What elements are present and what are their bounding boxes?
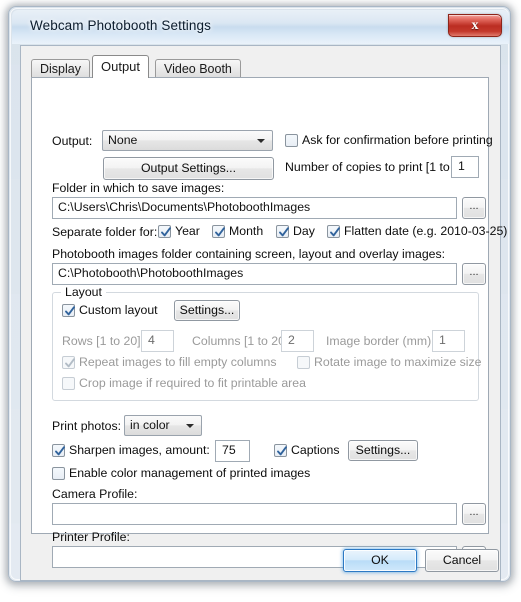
- output-settings-button-label: Output Settings...: [140, 161, 236, 175]
- output-combobox[interactable]: None: [102, 130, 273, 151]
- captions-settings-button-label: Settings...: [355, 443, 411, 457]
- images-folder-input[interactable]: C:\Photobooth\PhotoboothImages: [52, 263, 457, 285]
- check-icon: [279, 227, 289, 237]
- layout-groupbox: Layout Custom layout Settings... Rows [1…: [52, 285, 482, 401]
- cancel-button[interactable]: Cancel: [425, 549, 499, 572]
- images-folder-browse-button[interactable]: ...: [462, 263, 486, 285]
- custom-layout-label: Custom layout: [79, 303, 158, 317]
- ellipsis-icon: ...: [469, 266, 479, 278]
- sharpen-amount-value: 75: [222, 443, 236, 457]
- layout-groupbox-caption: Layout: [61, 285, 106, 299]
- ellipsis-icon: ...: [469, 200, 479, 212]
- print-photos-label: Print photos:: [52, 419, 122, 433]
- checkbox-box: [62, 377, 75, 390]
- close-icon: x: [471, 18, 479, 33]
- ask-confirmation-label: Ask for confirmation before printing: [302, 133, 493, 147]
- checkbox-box: [285, 134, 298, 147]
- tab-display[interactable]: Display: [31, 59, 90, 77]
- captions-settings-button[interactable]: Settings...: [348, 440, 418, 461]
- ok-button[interactable]: OK: [343, 549, 417, 572]
- tab-strip: Display Output Video Booth: [31, 55, 491, 78]
- columns-label: Columns [1 to 20]:: [192, 334, 292, 348]
- output-combobox-value: None: [108, 133, 138, 147]
- camera-profile-label: Camera Profile:: [52, 487, 138, 501]
- save-folder-label: Folder in which to save images:: [52, 181, 225, 195]
- images-folder-value: C:\Photobooth\PhotoboothImages: [58, 266, 244, 280]
- image-border-label: Image border (mm):: [326, 334, 435, 348]
- image-border-input[interactable]: 1: [432, 330, 465, 352]
- checkbox-box: [62, 304, 75, 317]
- layout-settings-button[interactable]: Settings...: [174, 300, 240, 321]
- window-title: Webcam Photobooth Settings: [30, 18, 211, 33]
- ok-button-label: OK: [371, 553, 389, 567]
- chevron-down-icon: [186, 424, 194, 428]
- check-icon: [65, 358, 75, 368]
- separate-folder-month-label: Month: [229, 224, 264, 238]
- rows-label: Rows [1 to 20]:: [62, 334, 145, 348]
- check-icon: [215, 227, 225, 237]
- checkbox-box: [158, 225, 171, 238]
- copies-input[interactable]: 1: [451, 156, 479, 178]
- rows-input[interactable]: 4: [141, 330, 174, 352]
- dialog-client-area: Display Output Video Booth Output: None …: [20, 45, 507, 581]
- check-icon: [277, 446, 287, 456]
- settings-window: Webcam Photobooth Settings x Display Out…: [8, 6, 511, 582]
- checkbox-box: [52, 467, 65, 480]
- flatten-date-label: Flatten date (e.g. 2010-03-25): [344, 224, 508, 238]
- separate-folder-day-label: Day: [293, 224, 315, 238]
- checkbox-box: [297, 356, 310, 369]
- print-photos-combobox[interactable]: in color: [124, 415, 202, 436]
- printer-profile-label: Printer Profile:: [52, 530, 130, 544]
- captions-label: Captions: [291, 443, 340, 457]
- check-icon: [55, 446, 65, 456]
- separate-folder-year-label: Year: [175, 224, 200, 238]
- repeat-images-label: Repeat images to fill empty columns: [79, 355, 277, 369]
- sharpen-images-label: Sharpen images, amount:: [69, 443, 210, 457]
- check-icon: [65, 306, 75, 316]
- color-management-label: Enable color management of printed image…: [69, 466, 311, 480]
- checkbox-box: [274, 444, 287, 457]
- cancel-button-label: Cancel: [442, 553, 482, 567]
- tab-output[interactable]: Output: [92, 55, 150, 78]
- print-photos-value: in color: [130, 418, 170, 432]
- checkbox-box: [276, 225, 289, 238]
- checkbox-box: [327, 225, 340, 238]
- copies-value: 1: [458, 159, 465, 173]
- save-folder-browse-button[interactable]: ...: [462, 197, 486, 219]
- chevron-down-icon: [257, 139, 265, 143]
- ellipsis-icon: ...: [469, 506, 479, 518]
- layout-settings-button-label: Settings...: [179, 303, 235, 317]
- image-border-value: 1: [439, 333, 446, 347]
- crop-image-label: Crop image if required to fit printable …: [79, 376, 306, 390]
- separate-folder-label: Separate folder for:: [52, 225, 158, 239]
- camera-profile-browse-button[interactable]: ...: [462, 503, 486, 525]
- images-folder-label: Photobooth images folder containing scre…: [52, 247, 446, 261]
- close-window-button[interactable]: x: [448, 14, 502, 37]
- checkbox-box: [212, 225, 225, 238]
- columns-value: 2: [288, 333, 295, 347]
- desktop-background: Webcam Photobooth Settings x Display Out…: [0, 0, 521, 602]
- camera-profile-input[interactable]: [52, 503, 457, 525]
- window-titlebar[interactable]: Webcam Photobooth Settings x: [12, 10, 509, 44]
- check-icon: [330, 227, 340, 237]
- rotate-image-label: Rotate image to maximize size: [314, 355, 482, 369]
- sharpen-amount-input[interactable]: 75: [215, 440, 250, 462]
- output-label: Output:: [52, 134, 93, 148]
- rows-value: 4: [148, 333, 155, 347]
- copies-label: Number of copies to print [1 to 9]:: [285, 160, 467, 174]
- tab-video-booth[interactable]: Video Booth: [155, 59, 241, 77]
- check-icon: [161, 227, 171, 237]
- checkbox-box: [52, 444, 65, 457]
- save-folder-input[interactable]: C:\Users\Chris\Documents\PhotoboothImage…: [52, 197, 457, 219]
- columns-input[interactable]: 2: [281, 330, 314, 352]
- save-folder-value: C:\Users\Chris\Documents\PhotoboothImage…: [58, 200, 311, 214]
- output-settings-button[interactable]: Output Settings...: [103, 157, 274, 180]
- checkbox-box: [62, 356, 75, 369]
- output-tab-panel: Output: None Ask for confirmation before…: [31, 77, 507, 568]
